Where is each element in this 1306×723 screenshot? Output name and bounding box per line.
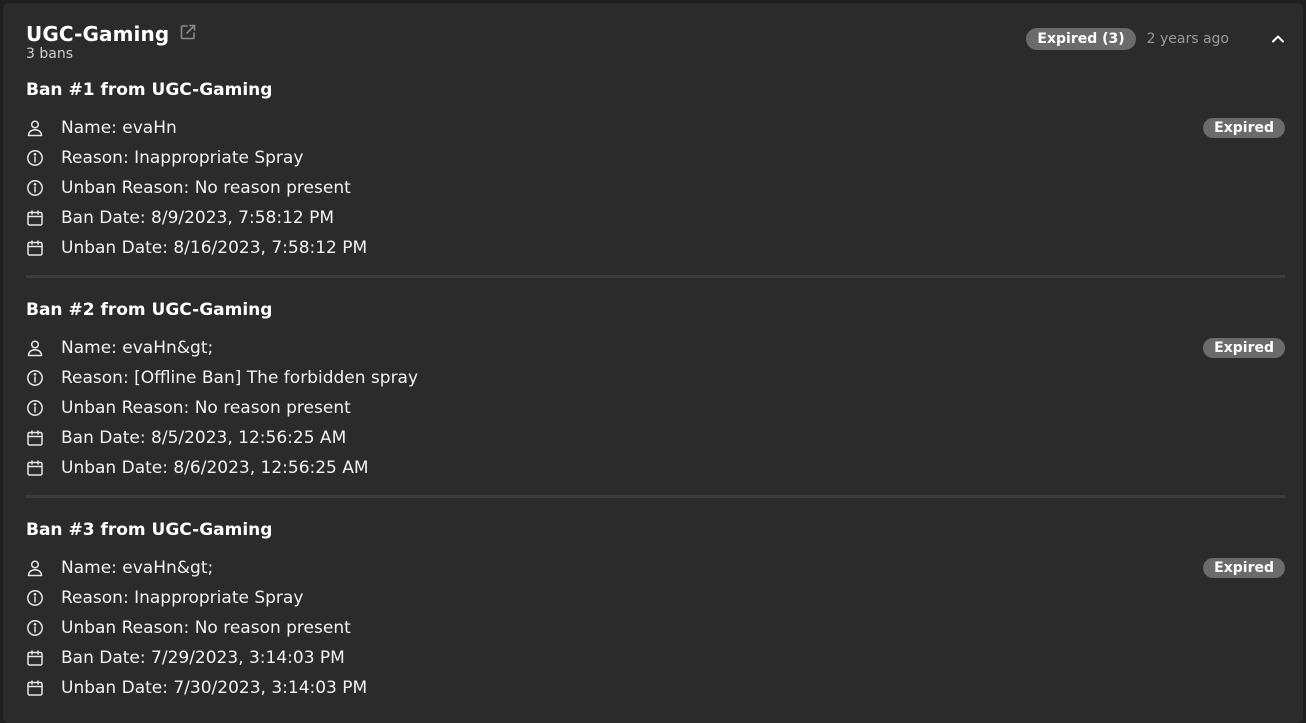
status-badge: Expired (3) [1026, 28, 1136, 50]
ban-reason: Reason: Inappropriate Spray [61, 588, 304, 608]
external-link-icon[interactable] [179, 23, 197, 41]
ban-group-card: UGC-Gaming 3 bans Expired (3) 2 years ag… [3, 3, 1303, 723]
unban-reason: Unban Reason: No reason present [61, 178, 351, 198]
calendar-icon [26, 459, 44, 477]
unban-date-row: Unban Date: 8/16/2023, 7:58:12 PM [26, 233, 1285, 263]
group-title: UGC-Gaming [26, 22, 170, 46]
ban-entry: Ban #1 from UGC-Gaming Name: evaHn Expir… [26, 79, 1285, 263]
info-icon [26, 399, 44, 417]
user-icon [26, 119, 44, 137]
unban-reason-row: Unban Reason: No reason present [26, 393, 1285, 423]
calendar-icon [26, 239, 44, 257]
ban-reason-row: Reason: [Offline Ban] The forbidden spra… [26, 363, 1285, 393]
divider [26, 495, 1285, 498]
ban-name-row: Name: evaHn&gt; Expired [26, 553, 1285, 583]
status-badge: Expired [1203, 558, 1285, 578]
ban-title: Ban #1 from UGC-Gaming [26, 80, 273, 100]
unban-reason-row: Unban Reason: No reason present [26, 613, 1285, 643]
unban-date: Unban Date: 8/16/2023, 7:58:12 PM [61, 238, 368, 258]
ban-name-row: Name: evaHn Expired [26, 113, 1285, 143]
user-icon [26, 559, 44, 577]
ban-reason: Reason: Inappropriate Spray [61, 148, 304, 168]
ban-name: Name: evaHn [61, 118, 177, 138]
ban-date: Ban Date: 7/29/2023, 3:14:03 PM [61, 648, 345, 668]
ban-reason-row: Reason: Inappropriate Spray [26, 143, 1285, 173]
unban-reason-row: Unban Reason: No reason present [26, 173, 1285, 203]
divider [26, 275, 1285, 278]
ban-group-header[interactable]: UGC-Gaming 3 bans Expired (3) 2 years ag… [26, 22, 1303, 72]
unban-date: Unban Date: 8/6/2023, 12:56:25 AM [61, 458, 369, 478]
ban-name: Name: evaHn&gt; [61, 558, 214, 578]
ban-date: Ban Date: 8/9/2023, 7:58:12 PM [61, 208, 335, 228]
ban-entry: Ban #3 from UGC-Gaming Name: evaHn&gt; E… [26, 519, 1285, 703]
ban-date-row: Ban Date: 8/9/2023, 7:58:12 PM [26, 203, 1285, 233]
info-icon [26, 369, 44, 387]
ban-date: Ban Date: 8/5/2023, 12:56:25 AM [61, 428, 347, 448]
info-icon [26, 179, 44, 197]
ban-entry: Ban #2 from UGC-Gaming Name: evaHn&gt; E… [26, 299, 1285, 483]
ban-reason-row: Reason: Inappropriate Spray [26, 583, 1285, 613]
user-icon [26, 339, 44, 357]
calendar-icon [26, 649, 44, 667]
unban-reason: Unban Reason: No reason present [61, 398, 351, 418]
info-icon [26, 619, 44, 637]
calendar-icon [26, 429, 44, 447]
calendar-icon [26, 679, 44, 697]
chevron-up-icon[interactable] [1269, 30, 1287, 48]
status-badge: Expired [1203, 338, 1285, 358]
time-ago: 2 years ago [1146, 31, 1229, 47]
ban-date-row: Ban Date: 7/29/2023, 3:14:03 PM [26, 643, 1285, 673]
ban-reason: Reason: [Offline Ban] The forbidden spra… [61, 368, 419, 388]
unban-reason: Unban Reason: No reason present [61, 618, 351, 638]
ban-title: Ban #2 from UGC-Gaming [26, 300, 273, 320]
status-badge: Expired [1203, 118, 1285, 138]
calendar-icon [26, 209, 44, 227]
ban-date-row: Ban Date: 8/5/2023, 12:56:25 AM [26, 423, 1285, 453]
ban-name-row: Name: evaHn&gt; Expired [26, 333, 1285, 363]
info-icon [26, 149, 44, 167]
unban-date-row: Unban Date: 8/6/2023, 12:56:25 AM [26, 453, 1285, 483]
unban-date-row: Unban Date: 7/30/2023, 3:14:03 PM [26, 673, 1285, 703]
ban-title: Ban #3 from UGC-Gaming [26, 520, 273, 540]
info-icon [26, 589, 44, 607]
unban-date: Unban Date: 7/30/2023, 3:14:03 PM [61, 678, 368, 698]
ban-name: Name: evaHn&gt; [61, 338, 214, 358]
